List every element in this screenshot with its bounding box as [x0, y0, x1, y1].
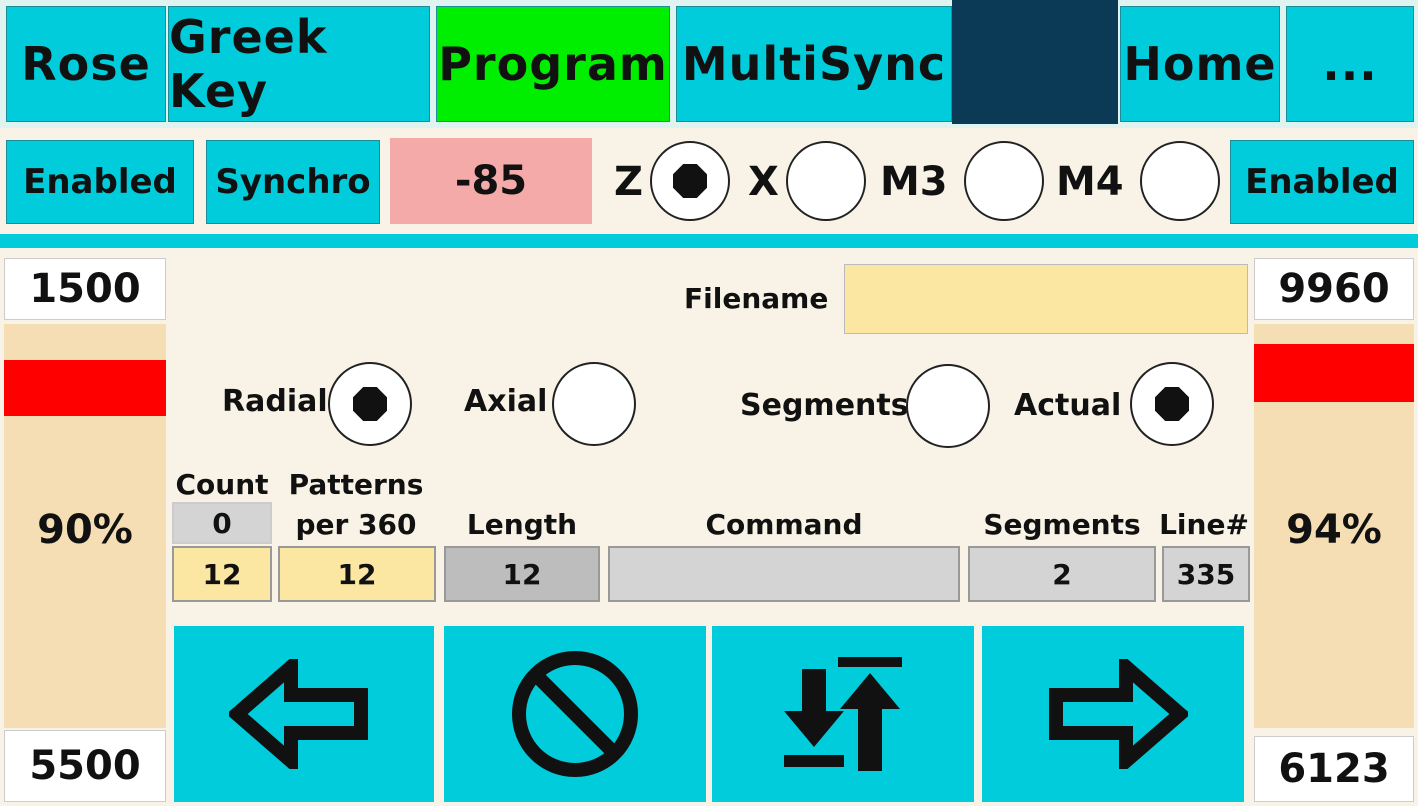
arrow-left-icon [229, 659, 368, 769]
axis-m3-radio[interactable] [964, 141, 1044, 221]
axial-label: Axial [464, 383, 548, 419]
segments-radio[interactable] [906, 364, 990, 448]
length-header: Length [466, 507, 578, 541]
left-enabled-button[interactable]: Enabled [6, 140, 194, 224]
axial-radio[interactable] [552, 362, 636, 446]
axis-m4-label: M4 [1056, 159, 1124, 205]
home-button[interactable]: Home [1120, 6, 1280, 122]
filename-input[interactable] [844, 264, 1248, 334]
tab-multisync[interactable]: MultiSync [676, 6, 952, 122]
radial-label: Radial [222, 383, 328, 419]
filename-label: Filename [684, 281, 829, 315]
axis-z-label: Z [614, 159, 644, 205]
right-top-value[interactable]: 9960 [1254, 258, 1414, 320]
actual-label: Actual [1014, 387, 1122, 423]
left-gauge-marker [4, 360, 166, 416]
left-top-value[interactable]: 1500 [4, 258, 166, 320]
axis-x-radio[interactable] [786, 141, 866, 221]
segments-value: 2 [968, 546, 1156, 602]
count-header: Count [175, 467, 269, 501]
command-value [608, 546, 960, 602]
patterns-header-line1: Patterns [288, 467, 424, 501]
stop-button[interactable] [444, 626, 706, 802]
count-value: 0 [172, 502, 272, 544]
value-field[interactable]: -85 [390, 138, 592, 224]
axis-m4-radio[interactable] [1140, 141, 1220, 221]
limits-button[interactable] [712, 626, 974, 802]
segments-option-label: Segments [740, 387, 909, 423]
arrow-right-icon [1049, 659, 1188, 769]
patterns-value[interactable]: 12 [278, 546, 436, 602]
tab-program[interactable]: Program [436, 6, 670, 122]
radio-selected-icon [673, 164, 707, 198]
next-button[interactable] [982, 626, 1244, 802]
length-value[interactable]: 12 [444, 546, 600, 602]
axis-x-label: X [748, 159, 779, 205]
radio-selected-icon [353, 387, 387, 421]
previous-button[interactable] [174, 626, 434, 802]
radial-radio[interactable] [328, 362, 412, 446]
divider [0, 234, 1418, 248]
count-setting[interactable]: 12 [172, 546, 272, 602]
up-down-limit-icon [784, 657, 902, 771]
right-percent: 94% [1286, 507, 1382, 553]
synchro-button[interactable]: Synchro [206, 140, 380, 224]
line-value: 335 [1162, 546, 1250, 602]
segments-header: Segments [983, 507, 1141, 541]
line-header: Line# [1159, 507, 1249, 541]
command-header: Command [705, 507, 863, 541]
axis-m3-label: M3 [880, 159, 948, 205]
stop-icon [512, 651, 638, 777]
navbar-spacer [952, 0, 1118, 124]
more-button[interactable]: ... [1286, 6, 1414, 122]
tab-greek-key[interactable]: Greek Key [168, 6, 430, 122]
patterns-header-line2: per 360 [295, 507, 417, 541]
actual-radio[interactable] [1130, 362, 1214, 446]
axis-z-radio[interactable] [650, 141, 730, 221]
right-enabled-button[interactable]: Enabled [1230, 140, 1414, 224]
left-percent: 90% [37, 507, 133, 553]
tab-rose[interactable]: Rose [6, 6, 166, 122]
right-gauge-marker [1254, 344, 1414, 402]
left-bottom-value[interactable]: 5500 [4, 730, 166, 802]
right-bottom-value[interactable]: 6123 [1254, 736, 1414, 802]
radio-selected-icon [1155, 387, 1189, 421]
